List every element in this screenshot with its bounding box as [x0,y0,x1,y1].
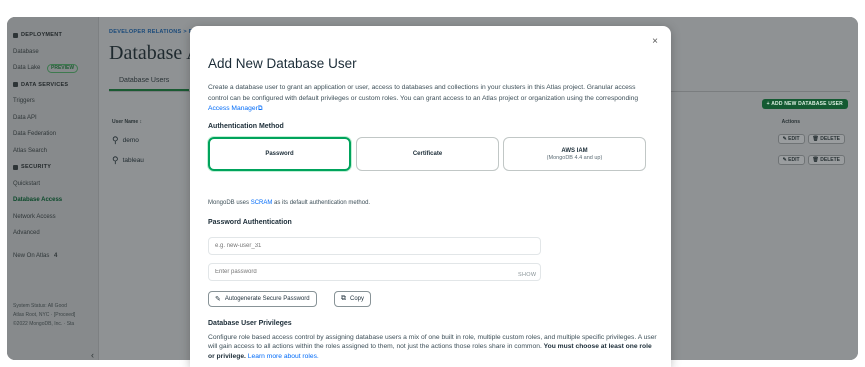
password-auth-heading: Password Authentication [208,219,292,226]
sidebar-section-security: SECURITY [7,159,98,176]
row-actions: ✎ EDIT 🗑 DELETE [777,155,845,165]
autogenerate-password-button[interactable]: ✎ Autogenerate Secure Password [208,291,317,307]
username-input[interactable] [208,237,541,255]
sidebar-item-database[interactable]: Database [7,44,98,61]
modal-description: Create a database user to grant an appli… [208,83,653,115]
preview-badge: PREVIEW [47,64,79,73]
add-new-database-user-button[interactable]: + ADD NEW DATABASE USER [761,99,848,109]
privileges-heading: Database User Privileges [208,320,292,327]
auth-option-label: Certificate [412,151,443,157]
column-header-actions: Actions [781,119,800,125]
footer-line: System Status: All Good [13,303,67,309]
external-link-icon: ⧉ [257,105,263,113]
description-text: Create a database user to grant an appli… [208,84,639,102]
auth-option-aws-iam[interactable]: AWS IAM (MongoDB 4.4 and up) [503,137,646,171]
sidebar-item-advanced[interactable]: Advanced [7,225,98,242]
sidebar-item-quickstart[interactable]: Quickstart [7,176,98,193]
stack-icon [13,32,18,38]
sidebar-section-deployment: DEPLOYMENT [7,27,98,44]
row-actions: ✎ EDIT 🗑 DELETE [777,134,845,144]
page-title: Database A [109,42,201,64]
auth-info-text: MongoDB uses SCRAM as its default authen… [208,200,370,206]
edit-button[interactable]: ✎ EDIT [777,134,805,144]
auth-option-label: Password [265,151,294,157]
sidebar-item-database-access[interactable]: Database Access [7,192,98,209]
sidebar-item-data-api[interactable]: Data API [7,110,98,127]
tab-database-users[interactable]: Database Users [119,77,169,84]
user-name: demo [122,137,139,144]
auth-method-heading: Authentication Method [208,123,284,130]
delete-button[interactable]: 🗑 DELETE [807,134,845,144]
user-icon: ⚲ [112,155,119,165]
sidebar-item-atlas-search[interactable]: Atlas Search [7,143,98,160]
auth-option-sublabel: (MongoDB 4.4 and up) [546,154,603,161]
learn-more-roles-link[interactable]: Learn more about roles. [248,353,319,360]
sidebar-item-network-access[interactable]: Network Access [7,209,98,226]
sidebar-item-data-lake[interactable]: Data Lake PREVIEW [7,60,98,77]
privileges-description: Configure role based access control by a… [208,333,660,361]
sidebar-item-new-on-atlas[interactable]: New On Atlas 4 [7,248,98,265]
scram-link[interactable]: SCRAM [251,200,273,206]
copy-icon: ⧉ [341,295,346,302]
auth-option-label: AWS IAM [561,147,588,154]
auth-option-password[interactable]: Password [208,137,351,171]
delete-button[interactable]: 🗑 DELETE [807,155,845,165]
sidebar-section-title: DATA SERVICES [21,81,69,88]
password-input[interactable] [208,263,541,281]
lock-icon [13,164,18,170]
info-text: as its default authentication method. [272,200,371,206]
sidebar-item-label: Data Lake [13,65,41,71]
sidebar-item-data-federation[interactable]: Data Federation [7,126,98,143]
sidebar-section-data-services: DATA SERVICES [7,77,98,94]
button-label: Copy [350,296,365,302]
user-name: tableau [122,157,144,164]
add-database-user-modal: × Add New Database User Create a databas… [190,26,671,367]
database-icon [13,82,18,88]
info-text: MongoDB uses [208,200,251,206]
button-label: Autogenerate Secure Password [224,296,310,302]
access-manager-link[interactable]: Access Manager [208,105,258,112]
sidebar-section-title: DEPLOYMENT [21,32,63,38]
close-icon[interactable]: × [652,36,658,47]
sidebar-footer: System Status: All Good Atlas Root, NYC … [13,302,75,329]
sidebar-item-label: New On Atlas [13,252,50,259]
sidebar-section-title: SECURITY [21,164,52,170]
chevron-left-icon[interactable]: ‹ [91,350,94,360]
copy-button[interactable]: ⧉ Copy [334,291,372,307]
key-icon: ✎ [215,296,221,303]
table-row: ⚲ tableau [112,155,144,166]
table-row: ⚲ demo [112,135,139,146]
edit-button[interactable]: ✎ EDIT [777,155,805,165]
breadcrumb[interactable]: DEVELOPER RELATIONS > R [109,29,193,35]
sidebar: DEPLOYMENT Database Data Lake PREVIEW DA… [7,17,99,360]
footer-line: ©2022 MongoDB, Inc. · Sta [13,321,75,327]
modal-title: Add New Database User [208,56,357,71]
new-count-badge: 4 [54,252,58,259]
column-header-user-name[interactable]: User Name ↕ [112,119,142,125]
auth-option-certificate[interactable]: Certificate [356,137,499,171]
user-icon: ⚲ [112,135,119,145]
show-password-toggle[interactable]: SHOW [518,272,536,278]
sidebar-item-triggers[interactable]: Triggers [7,93,98,110]
footer-line: Atlas Root, NYC · [Proceed] [13,312,76,318]
